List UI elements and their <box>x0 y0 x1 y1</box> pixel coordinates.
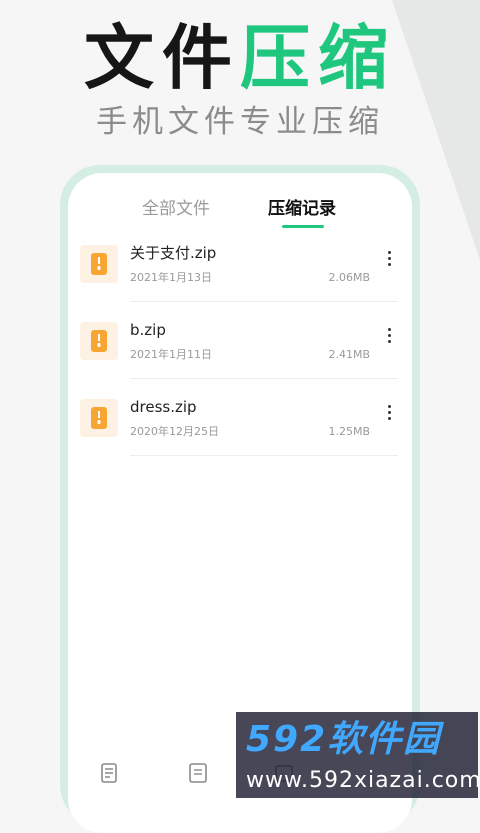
divider <box>130 455 398 456</box>
file-name: 关于支付.zip <box>130 244 217 262</box>
headline-green: 压缩 <box>240 17 396 99</box>
zip-file-icon <box>80 245 118 283</box>
list-item[interactable]: 关于支付.zip 2021年1月13日 2.06MB <box>68 237 412 315</box>
file-date: 2021年1月11日 <box>130 348 212 361</box>
headline-dark: 文件 <box>84 17 240 99</box>
headline: 文件压缩 <box>0 18 480 98</box>
watermark-logo: 592软件园 <box>246 719 442 760</box>
zip-file-icon <box>80 399 118 437</box>
file-name: b.zip <box>130 321 166 339</box>
list-item[interactable]: dress.zip 2020年12月25日 1.25MB <box>68 391 412 469</box>
file-name: dress.zip <box>130 398 197 416</box>
divider <box>130 378 398 379</box>
file-size: 2.06MB <box>328 271 370 284</box>
subtitle: 手机文件专业压缩 <box>96 104 384 140</box>
tab-all-files[interactable]: 全部文件 <box>142 197 210 221</box>
watermark-url: www.592xiazai.com <box>246 768 480 793</box>
watermark: 592软件园 www.592xiazai.com <box>236 712 480 798</box>
list-item[interactable]: b.zip 2021年1月11日 2.41MB <box>68 314 412 392</box>
divider <box>130 301 398 302</box>
file-size: 2.41MB <box>328 348 370 361</box>
zip-file-icon <box>80 322 118 360</box>
more-options-icon[interactable] <box>384 328 394 350</box>
tab-compress-records[interactable]: 压缩记录 <box>268 197 336 221</box>
document-icon[interactable] <box>100 763 120 787</box>
tab-bar: 全部文件 压缩记录 <box>68 197 412 237</box>
active-tab-indicator <box>282 225 324 228</box>
file-size: 1.25MB <box>328 425 370 438</box>
more-options-icon[interactable] <box>384 251 394 273</box>
file-date: 2021年1月13日 <box>130 271 212 284</box>
file-date: 2020年12月25日 <box>130 425 219 438</box>
list-icon[interactable] <box>188 763 208 787</box>
more-options-icon[interactable] <box>384 405 394 427</box>
